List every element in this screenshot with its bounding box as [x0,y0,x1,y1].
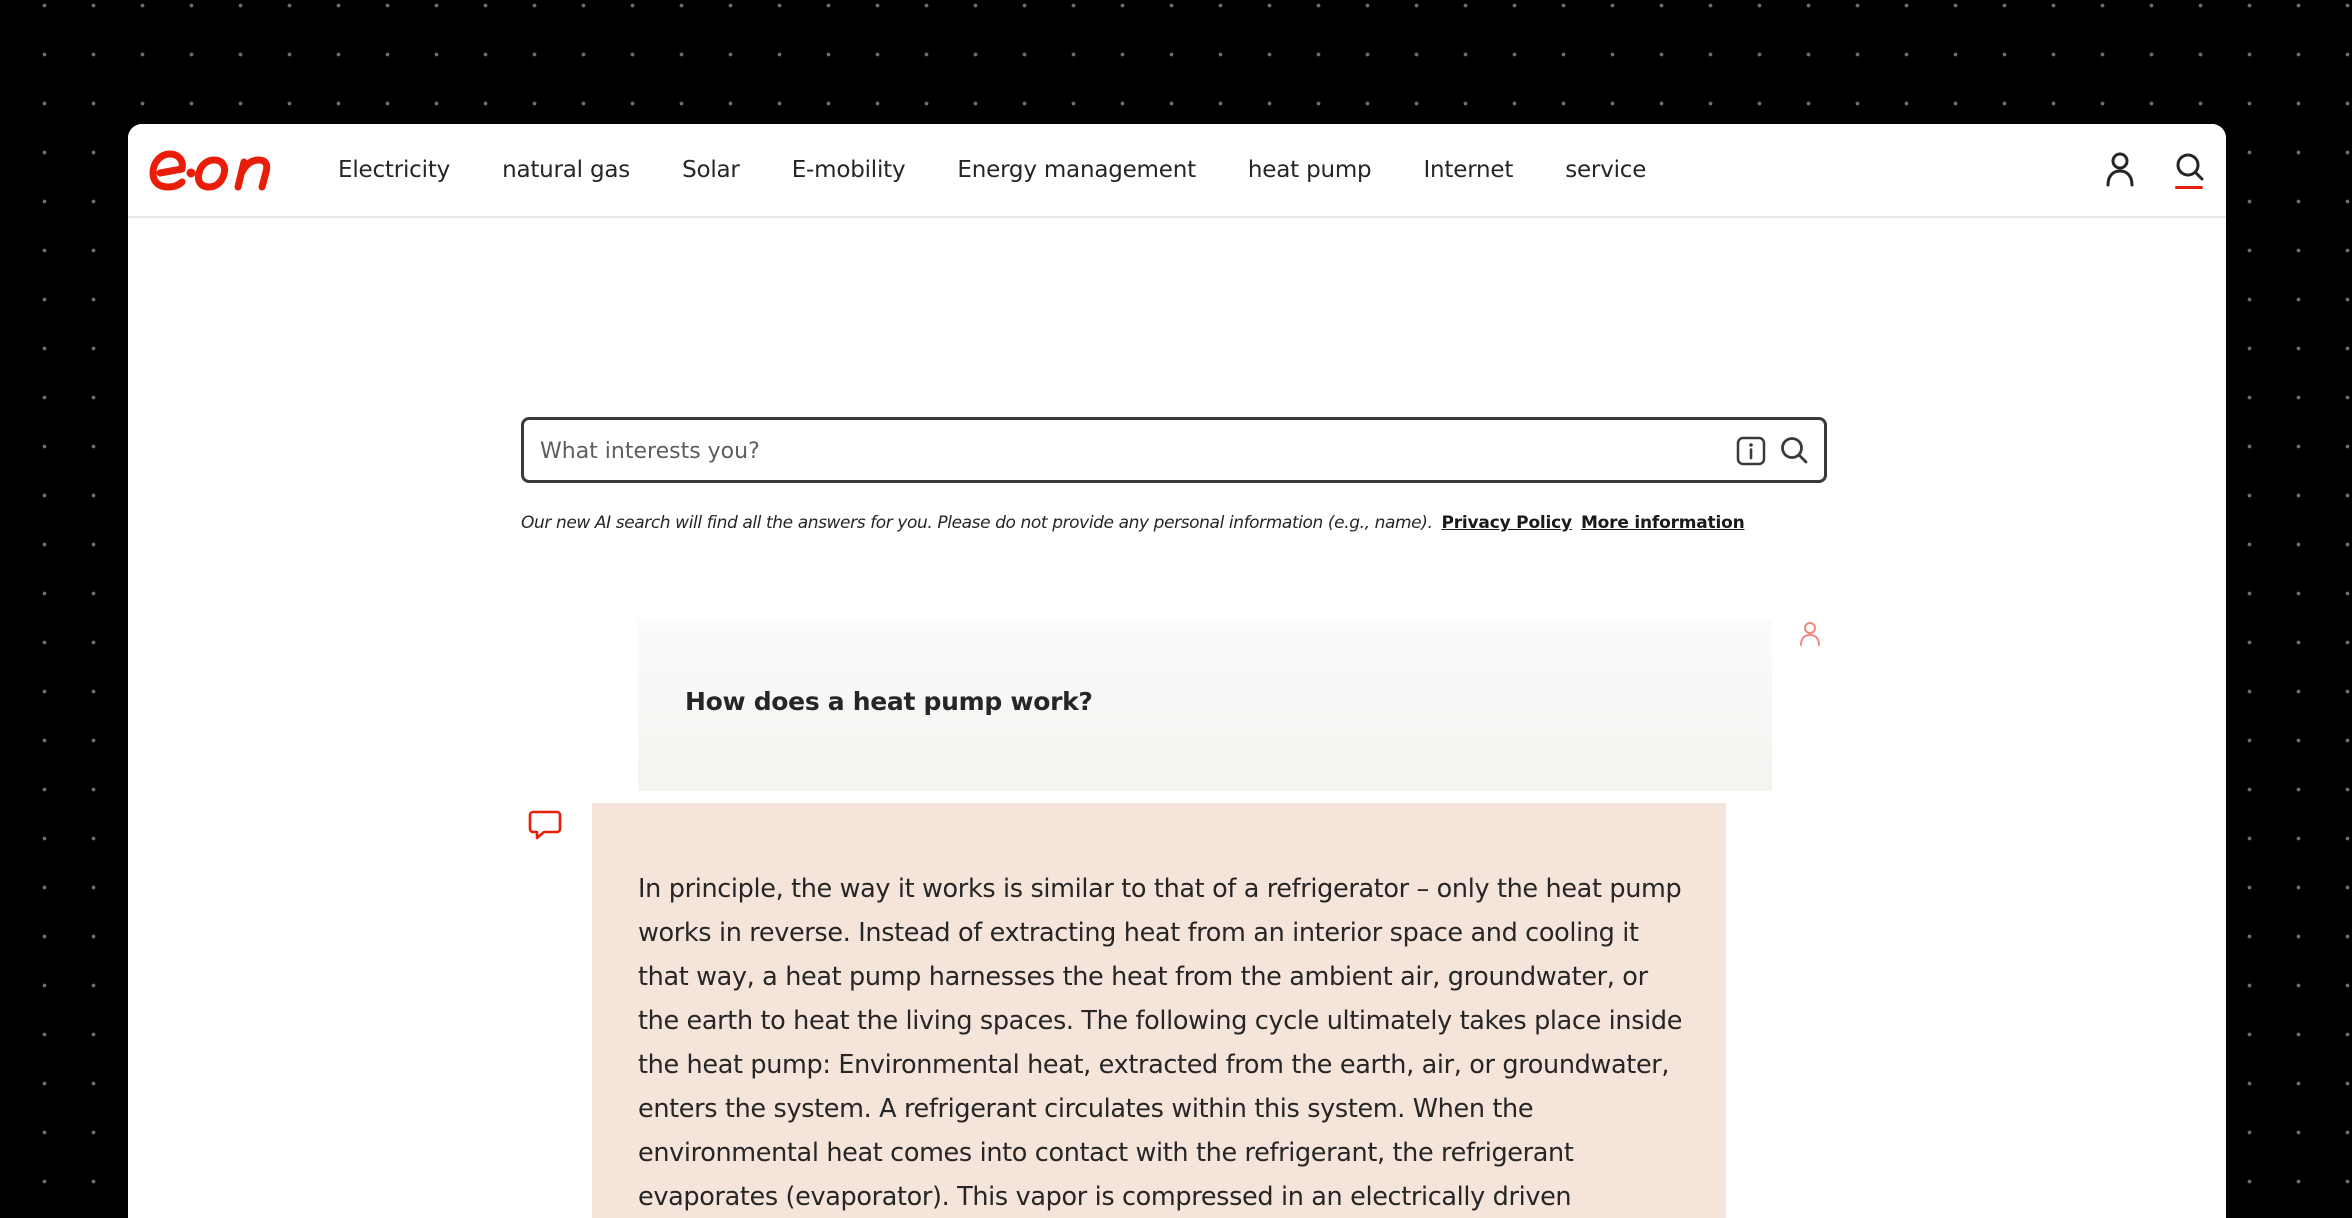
privacy-policy-link[interactable]: Privacy Policy [1441,513,1572,533]
nav-item-electricity[interactable]: Electricity [338,157,450,183]
active-indicator [2175,186,2203,189]
info-icon [1736,436,1766,466]
ai-search-disclaimer: Our new AI search will find all the answ… [521,513,1841,533]
account-button[interactable] [2102,150,2138,190]
user-question-bubble: How does a heat pump work? [638,619,1772,791]
search-submit-button[interactable] [1778,434,1810,466]
ai-search-box [521,417,1827,483]
nav-item-natural-gas[interactable]: natural gas [502,157,630,183]
search-icon [2176,153,2204,181]
browser-window: Electricity natural gas Solar E-mobility… [128,124,2226,1218]
answer-text: In principle, the way it works is simila… [638,874,1683,1212]
search-toggle-button[interactable] [2172,150,2208,190]
chat-bubble-icon [528,810,562,840]
more-information-link[interactable]: More information [1581,513,1745,533]
disclaimer-text: Our new AI search will find all the answ… [521,513,1433,533]
info-button[interactable] [1736,436,1766,466]
top-navigation-bar: Electricity natural gas Solar E-mobility… [128,124,2226,218]
nav-item-solar[interactable]: Solar [682,157,740,183]
search-icon [1781,437,1808,464]
nav-item-internet[interactable]: Internet [1423,157,1513,183]
question-text: How does a heat pump work? [685,687,1093,716]
user-icon [2106,152,2134,187]
search-input[interactable] [538,428,1722,474]
nav-item-service[interactable]: service [1565,157,1646,183]
eon-logo[interactable] [146,142,290,198]
user-icon [1800,622,1820,646]
nav-item-e-mobility[interactable]: E-mobility [792,157,906,183]
main-nav: Electricity natural gas Solar E-mobility… [338,124,1698,216]
ai-answer-bubble: In principle, the way it works is simila… [592,803,1726,1218]
nav-item-energy-management[interactable]: Energy management [957,157,1196,183]
nav-item-heat-pump[interactable]: heat pump [1248,157,1372,183]
